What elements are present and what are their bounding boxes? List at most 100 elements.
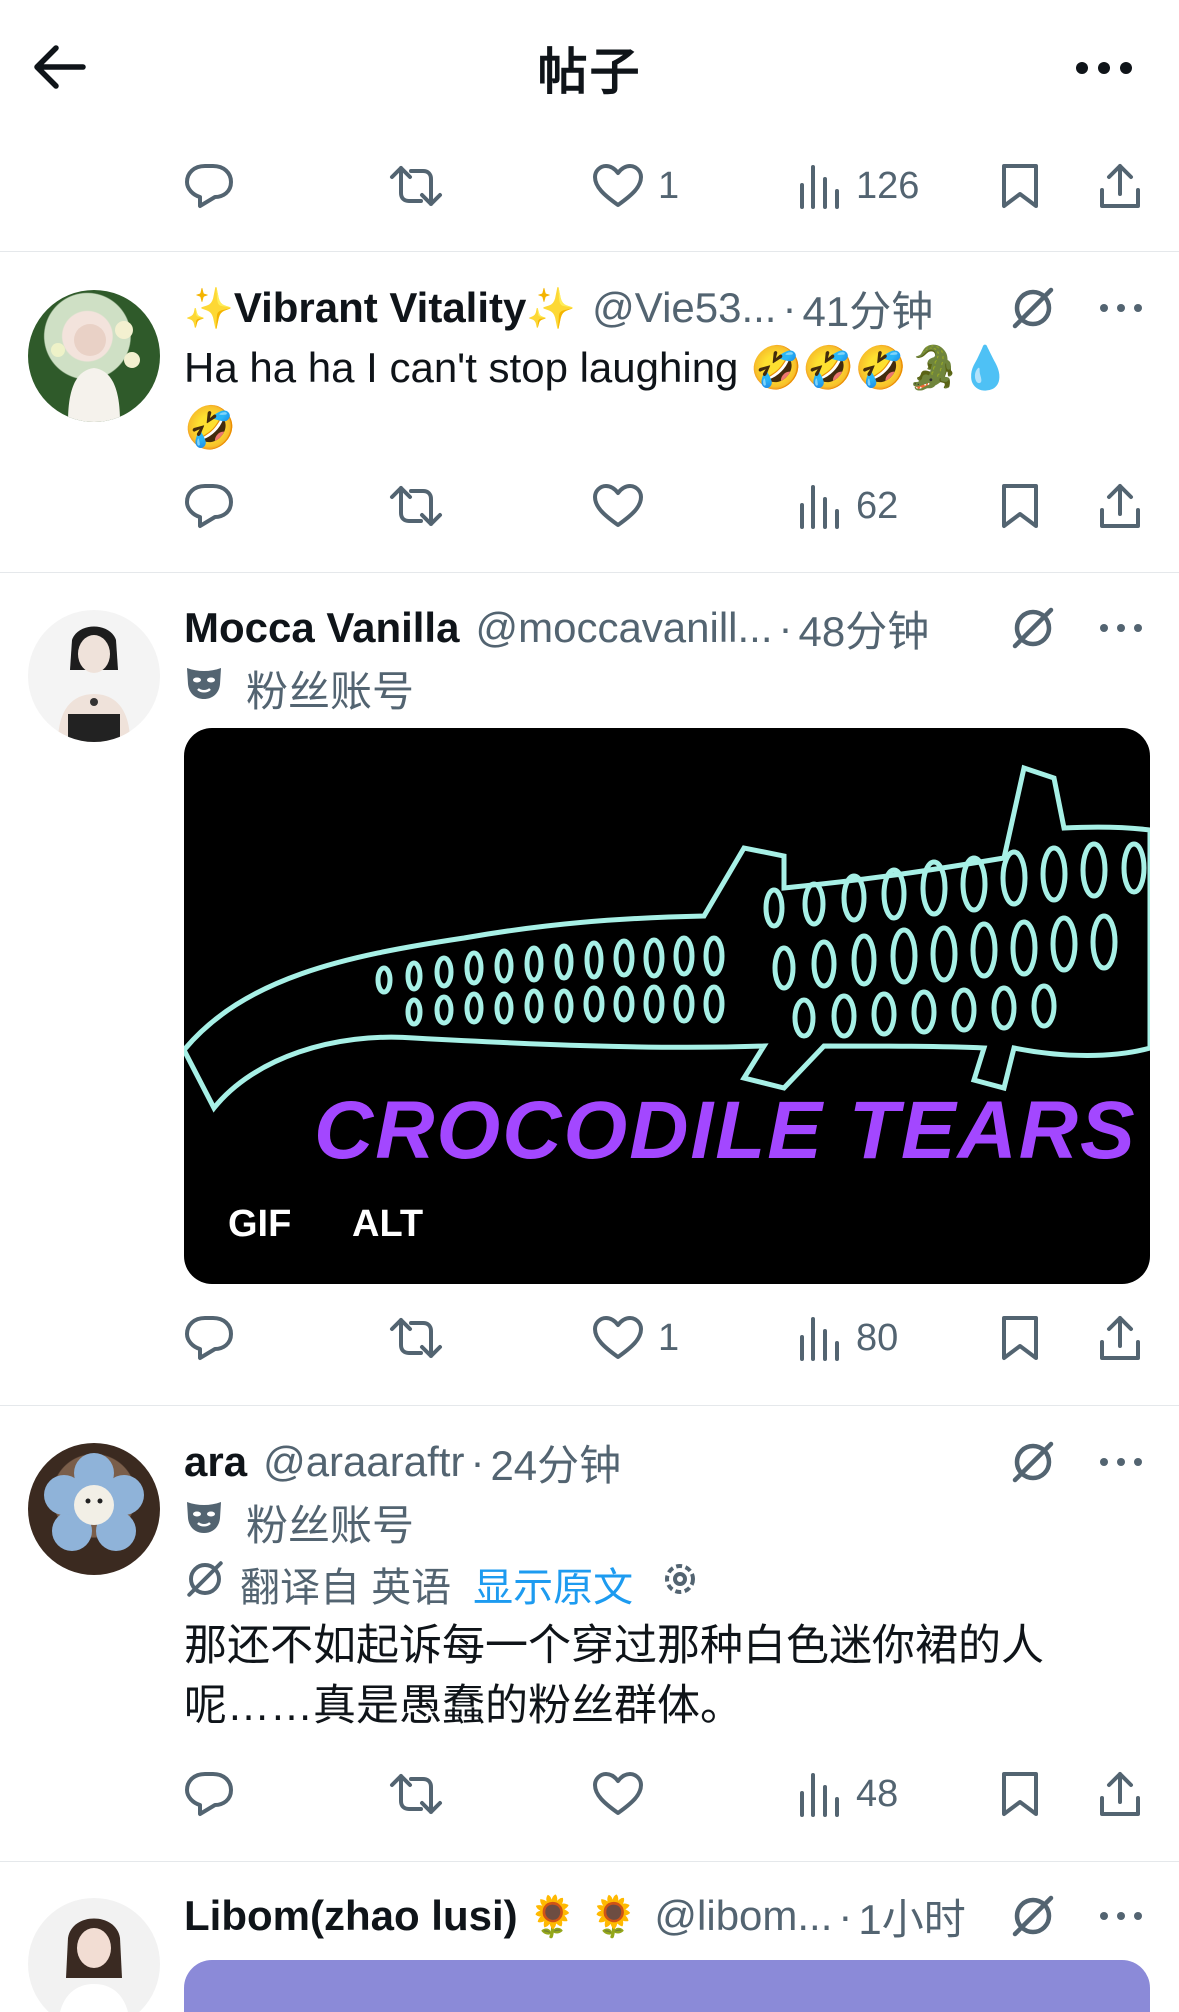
bookmark-icon <box>1000 1314 1040 1362</box>
bookmark-icon <box>1000 1770 1040 1818</box>
share-button[interactable] <box>1098 470 1142 542</box>
post-text: 那还不如起诉每一个穿过那种白色迷你裙的人 呢……真是愚蠢的粉丝群体。 <box>184 1616 1114 1736</box>
gif-caption: CROCODILE TEARS <box>314 1085 1137 1176</box>
user-handle[interactable]: @libom... <box>654 1892 832 1940</box>
repost-button[interactable] <box>388 1302 444 1374</box>
like-button[interactable] <box>592 1758 658 1830</box>
reply-button[interactable] <box>184 470 234 542</box>
reply-button[interactable] <box>184 150 234 222</box>
reply-icon <box>184 482 234 530</box>
avatar[interactable] <box>28 1898 160 2012</box>
divider <box>0 251 1179 252</box>
post-more-icon[interactable] <box>1091 1434 1151 1490</box>
user-handle[interactable]: @Vie53... <box>592 284 776 332</box>
heart-icon <box>592 1315 644 1361</box>
gif-badge: GIF <box>228 1203 292 1245</box>
post-time[interactable]: 1小时 <box>858 1886 965 1946</box>
mask-icon <box>184 664 224 712</box>
action-bar: 1 126 <box>184 150 1140 222</box>
grok-icon[interactable] <box>1005 280 1061 336</box>
post-time[interactable]: 41分钟 <box>802 278 933 338</box>
repost-button[interactable] <box>388 1758 444 1830</box>
fan-account-badge: 粉丝账号 <box>184 1494 414 1550</box>
grok-icon[interactable] <box>1005 1888 1061 1944</box>
grok-icon[interactable] <box>1005 600 1061 656</box>
post-time[interactable]: 24分钟 <box>490 1432 621 1492</box>
views-icon <box>798 163 842 209</box>
like-button[interactable] <box>592 470 658 542</box>
repost-icon <box>388 1771 444 1817</box>
media-preview[interactable] <box>184 1960 1150 2012</box>
grok-icon[interactable] <box>1005 1434 1061 1490</box>
post-more-icon[interactable] <box>1091 1888 1151 1944</box>
post-more-icon[interactable] <box>1091 600 1151 656</box>
views-icon <box>798 483 842 529</box>
action-bar: 48 <box>184 1758 1140 1830</box>
user-handle[interactable]: @araaraftr <box>263 1438 464 1486</box>
sunflower-emoji: 🌻 🌻 <box>527 1894 639 1939</box>
reply-button[interactable] <box>184 1302 234 1374</box>
divider <box>0 572 1179 573</box>
alt-badge[interactable]: ALT <box>352 1203 423 1246</box>
bookmark-button[interactable] <box>1000 1302 1040 1374</box>
share-button[interactable] <box>1098 1758 1142 1830</box>
translated-from-label: 翻译自 英语 <box>240 1566 452 1610</box>
share-icon <box>1098 1770 1142 1818</box>
views-count: 48 <box>856 1772 899 1815</box>
avatar[interactable] <box>28 290 160 422</box>
post-text-line: 那还不如起诉每一个穿过那种白色迷你裙的人 <box>184 1622 1044 1670</box>
repost-button[interactable] <box>388 470 444 542</box>
post-header: Mocca Vanilla @moccavanill... · 48分钟 <box>184 598 1049 658</box>
display-name[interactable]: ara <box>184 1438 247 1486</box>
top-bar: 帖子 <box>0 0 1179 135</box>
post-header: ara @araaraftr · 24分钟 <box>184 1432 1049 1492</box>
bookmark-button[interactable] <box>1000 1758 1040 1830</box>
views-button[interactable]: 126 <box>798 150 919 222</box>
fan-account-badge: 粉丝账号 <box>184 660 414 716</box>
display-name[interactable]: Mocca Vanilla <box>184 604 459 652</box>
bookmark-button[interactable] <box>1000 470 1040 542</box>
avatar[interactable] <box>28 1443 160 1575</box>
views-count: 80 <box>856 1316 899 1359</box>
views-button[interactable]: 48 <box>798 1758 898 1830</box>
repost-button[interactable] <box>388 150 444 222</box>
share-button[interactable] <box>1098 1302 1142 1374</box>
heart-icon <box>592 483 644 529</box>
avatar[interactable] <box>28 610 160 742</box>
post-text-line: 呢……真是愚蠢的粉丝群体。 <box>184 1682 743 1730</box>
separator-dot: · <box>778 604 793 651</box>
divider <box>0 1861 1179 1862</box>
page-title: 帖子 <box>537 44 642 100</box>
post-time[interactable]: 48分钟 <box>799 598 930 658</box>
views-button[interactable]: 80 <box>798 1302 898 1374</box>
display-name[interactable]: Libom(zhao lusi) <box>184 1892 518 1940</box>
action-bar: 62 <box>184 470 1140 542</box>
sparkles-emoji: ✨ <box>184 286 234 331</box>
separator-dot: · <box>470 1438 485 1485</box>
heart-icon <box>592 1771 644 1817</box>
divider <box>0 1405 1179 1406</box>
like-button[interactable]: 1 <box>592 1302 679 1374</box>
mask-icon <box>184 1498 224 1546</box>
display-name[interactable]: Vibrant Vitality <box>234 284 527 332</box>
gear-icon[interactable] <box>659 1558 701 1610</box>
repost-icon <box>388 1315 444 1361</box>
fan-account-label: 粉丝账号 <box>246 1501 415 1549</box>
share-icon <box>1098 482 1142 530</box>
share-button[interactable] <box>1098 150 1142 222</box>
post-header: ✨ Vibrant Vitality ✨ @Vie53... · 41分钟 <box>184 278 1049 338</box>
like-button[interactable]: 1 <box>592 150 679 222</box>
post-more-icon[interactable] <box>1091 280 1151 336</box>
reply-button[interactable] <box>184 1758 234 1830</box>
show-original-link[interactable]: 显示原文 <box>473 1555 633 1613</box>
views-count: 62 <box>856 484 899 527</box>
repost-icon <box>388 483 444 529</box>
gif-media[interactable]: CROCODILE TEARS GIF ALT <box>184 728 1150 1284</box>
user-handle[interactable]: @moccavanill... <box>475 604 772 652</box>
bookmark-button[interactable] <box>1000 150 1040 222</box>
views-icon <box>798 1315 842 1361</box>
views-button[interactable]: 62 <box>798 470 898 542</box>
more-options-icon[interactable] <box>1069 40 1139 96</box>
reply-icon <box>184 1314 234 1362</box>
reply-icon <box>184 162 234 210</box>
